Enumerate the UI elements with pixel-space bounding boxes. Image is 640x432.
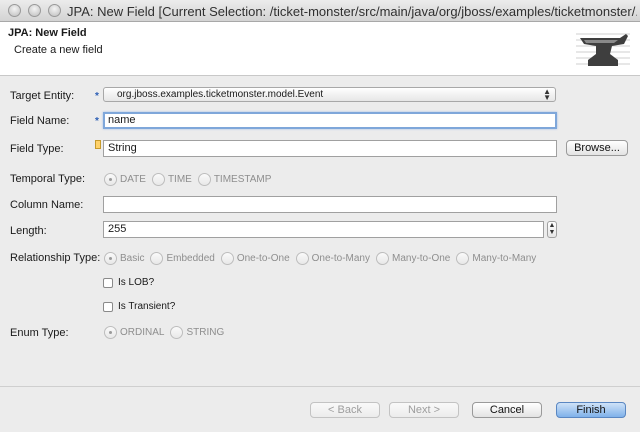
- radio-icon: [150, 251, 164, 265]
- length-stepper[interactable]: ▲ ▼: [547, 221, 557, 238]
- minimize-window-button[interactable]: [28, 4, 41, 17]
- radio-relationship-one-to-many[interactable]: One-to-Many: [295, 251, 370, 265]
- close-window-button[interactable]: [8, 4, 21, 17]
- radio-relationship-many-to-many[interactable]: Many-to-Many: [456, 251, 536, 265]
- radio-selected-icon: [104, 325, 117, 339]
- radio-icon: [220, 251, 234, 265]
- wizard-header: JPA: New Field Create a new field: [0, 22, 640, 76]
- is-transient-checkbox[interactable]: Is Transient?: [103, 301, 175, 312]
- field-name-input[interactable]: name: [103, 112, 557, 129]
- radio-relationship-basic[interactable]: Basic: [104, 251, 144, 265]
- enum-type-radio-group: ORDINAL STRING: [104, 325, 230, 339]
- anvil-icon: [576, 33, 630, 66]
- length-input[interactable]: 255: [103, 221, 544, 238]
- enum-type-label: Enum Type:: [10, 327, 69, 339]
- wizard-title: JPA: New Field: [8, 27, 87, 39]
- target-entity-select[interactable]: org.jboss.examples.ticketmonster.model.E…: [103, 87, 556, 102]
- radio-relationship-one-to-one[interactable]: One-to-One: [220, 251, 290, 265]
- target-entity-value: org.jboss.examples.ticketmonster.model.E…: [117, 89, 324, 100]
- radio-icon: [456, 251, 470, 265]
- cancel-button[interactable]: Cancel: [472, 402, 542, 418]
- field-name-label: Field Name:: [10, 115, 70, 127]
- temporal-type-radio-group: DATE TIME TIMESTAMP: [104, 172, 277, 186]
- back-button[interactable]: < Back: [310, 402, 380, 418]
- required-marker: *: [95, 91, 99, 102]
- relationship-type-radio-group: Basic Embedded One-to-One One-to-Many Ma…: [104, 251, 542, 265]
- radio-enum-string[interactable]: STRING: [170, 325, 224, 339]
- radio-temporal-date[interactable]: DATE: [104, 172, 146, 186]
- temporal-type-label: Temporal Type:: [10, 173, 86, 185]
- target-entity-label: Target Entity:: [10, 90, 75, 102]
- radio-relationship-embedded[interactable]: Embedded: [150, 251, 215, 265]
- field-type-label: Field Type:: [10, 143, 64, 155]
- footer-divider: [0, 386, 640, 387]
- field-type-input[interactable]: String: [103, 140, 557, 157]
- finish-button[interactable]: Finish: [556, 402, 626, 418]
- radio-selected-icon: [104, 251, 117, 265]
- radio-icon: [197, 172, 211, 186]
- zoom-window-button[interactable]: [48, 4, 61, 17]
- radio-icon: [170, 325, 184, 339]
- browse-button[interactable]: Browse...: [566, 140, 628, 156]
- is-lob-checkbox[interactable]: Is LOB?: [103, 277, 154, 288]
- is-lob-label: Is LOB?: [118, 277, 155, 288]
- radio-icon: [295, 251, 309, 265]
- wizard-subtitle: Create a new field: [14, 44, 103, 56]
- radio-temporal-timestamp[interactable]: TIMESTAMP: [197, 172, 271, 186]
- radio-enum-ordinal[interactable]: ORDINAL: [104, 325, 164, 339]
- column-name-label: Column Name:: [10, 199, 84, 211]
- radio-selected-icon: [104, 172, 117, 186]
- column-name-input[interactable]: [103, 196, 557, 213]
- required-marker: *: [95, 116, 99, 127]
- checkbox-icon: [103, 277, 113, 288]
- window-title: JPA: New Field [Current Selection: /tick…: [67, 4, 637, 19]
- relationship-type-label: Relationship Type:: [10, 252, 101, 264]
- window-titlebar: JPA: New Field [Current Selection: /tick…: [0, 0, 640, 22]
- next-button[interactable]: Next >: [389, 402, 459, 418]
- updown-arrows-icon: ▲ ▼: [543, 87, 551, 102]
- warning-icon: [95, 140, 101, 149]
- length-label: Length:: [10, 225, 47, 237]
- radio-icon: [376, 251, 389, 265]
- is-transient-label: Is Transient?: [118, 301, 176, 312]
- radio-icon: [151, 172, 165, 186]
- checkbox-icon: [103, 301, 113, 312]
- radio-temporal-time[interactable]: TIME: [151, 172, 192, 186]
- radio-relationship-many-to-one[interactable]: Many-to-One: [376, 251, 450, 265]
